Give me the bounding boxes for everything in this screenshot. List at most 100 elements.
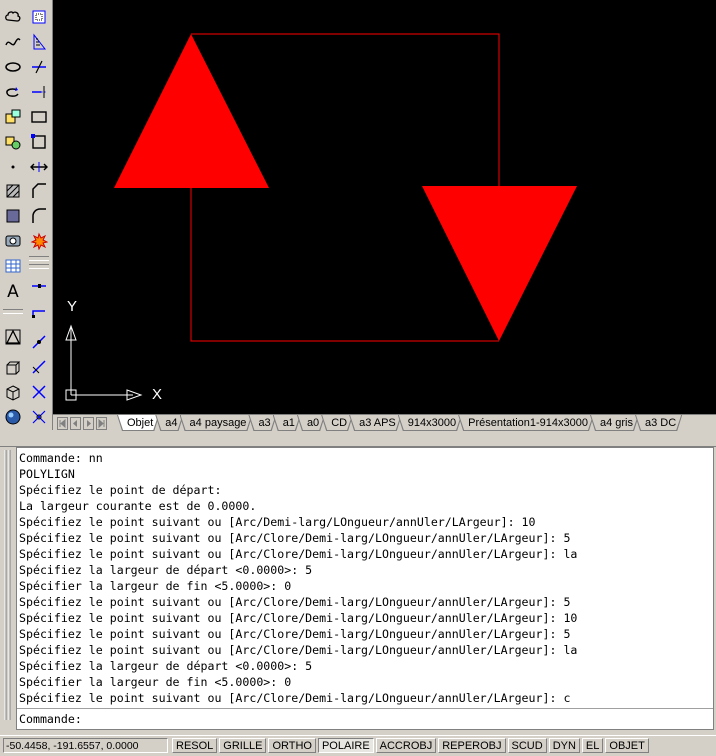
mode-button-polaire[interactable]: POLAIRE — [317, 738, 374, 753]
command-history-line: Spécifiez le point suivant ou [Arc/Clore… — [19, 547, 578, 561]
mode-button-objet[interactable]: OBJET — [605, 738, 649, 753]
grip-icon — [4, 450, 11, 720]
offset-icon[interactable] — [28, 381, 50, 403]
explode-icon[interactable] — [28, 230, 50, 252]
mode-button-accrobj[interactable]: ACCROBJ — [375, 738, 437, 753]
multiline-text-icon[interactable]: A — [2, 281, 24, 303]
make-block-icon[interactable] — [2, 131, 24, 153]
table-icon[interactable] — [2, 255, 24, 277]
command-window-grip[interactable] — [2, 450, 12, 720]
command-history-line: Spécifier la largeur de fin <5.0000>: 0 — [19, 675, 292, 689]
spline-icon[interactable] — [2, 31, 24, 53]
command-history-line: Spécifiez le point suivant ou [Arc/Clore… — [19, 595, 571, 609]
drafting-mode-buttons: RESOL GRILLE ORTHO POLAIRE ACCROBJ REPEROBJ SC… — [172, 738, 651, 753]
stretch-icon[interactable] — [28, 156, 50, 178]
region-icon[interactable] — [2, 230, 24, 252]
rectangle-icon[interactable] — [28, 131, 50, 153]
cloud-icon[interactable] — [2, 6, 24, 28]
layout-tab-bar: Objet a4 a4 paysage a3 a1 a0 CD a3 APS 914x3000 P… — [53, 414, 716, 433]
gradient-icon[interactable] — [2, 205, 24, 227]
join-icon[interactable] — [28, 331, 50, 353]
layout-tab-label: 914x3000 — [407, 417, 457, 429]
layout-tab-label: a4 paysage — [189, 417, 247, 429]
ellipse-icon[interactable] — [2, 56, 24, 78]
last-tab-button[interactable] — [96, 417, 107, 430]
layout-tab[interactable]: a4 paysage — [180, 415, 253, 431]
cube-icon[interactable] — [2, 382, 24, 404]
command-history-line: Spécifiez le point suivant ou [Arc/Clore… — [19, 691, 571, 705]
layout-tab-label: CD — [331, 417, 348, 429]
extend-icon[interactable] — [28, 81, 50, 103]
layout-tab[interactable]: a3 DC — [635, 415, 682, 431]
command-history-line: La largeur courante est de 0.0000. — [19, 499, 257, 513]
red-triangle-down — [422, 186, 577, 341]
break-at-point-icon[interactable] — [28, 275, 50, 297]
layout-tab-label: a4 gris — [599, 417, 634, 429]
box-icon[interactable] — [2, 357, 24, 379]
layout-tab[interactable]: a1 — [273, 415, 301, 431]
chamfer-icon[interactable] — [28, 180, 50, 202]
trim-icon[interactable] — [28, 56, 50, 78]
command-prompt[interactable]: Commande: — [19, 711, 82, 727]
layout-tab[interactable]: a0 — [297, 415, 325, 431]
layout-tab[interactable]: a3 APS — [349, 415, 402, 431]
prev-tab-button[interactable] — [70, 417, 81, 430]
command-history-line: Commande: nn — [19, 451, 103, 465]
point-icon[interactable] — [2, 156, 24, 178]
first-tab-button[interactable] — [57, 417, 68, 430]
layout-tab[interactable]: CD — [321, 415, 353, 431]
next-arrow-icon — [87, 420, 91, 427]
next-tab-button[interactable] — [83, 417, 94, 430]
red-triangle-up — [114, 34, 269, 188]
command-splitter[interactable] — [0, 432, 716, 447]
insert-block-icon[interactable] — [2, 106, 24, 128]
drawing-svg — [65, 33, 577, 401]
layout-tab-label: a3 APS — [359, 417, 396, 429]
sphere-icon[interactable] — [2, 406, 24, 428]
mode-button-ortho[interactable]: ORTHO — [268, 738, 316, 753]
break-icon[interactable] — [28, 300, 50, 322]
layout-tab[interactable]: Présentation1-914x3000 — [458, 415, 594, 431]
layout-tab-label: a3 — [258, 417, 271, 429]
polyline-edit-icon[interactable] — [28, 356, 50, 378]
drawing-canvas[interactable]: Y X — [53, 0, 716, 414]
status-bar: -50.4458, -191.6557, 0.0000 RESOL GRILLE O… — [0, 735, 716, 756]
erase-icon[interactable] — [28, 406, 50, 428]
fillet-icon[interactable] — [28, 205, 50, 227]
command-history-line: Spécifiez la largeur de départ <0.0000>:… — [19, 659, 313, 673]
draw-toolbar: A — [0, 0, 27, 430]
layout-tab[interactable]: a4 — [155, 415, 183, 431]
command-history-line: Spécifiez le point suivant ou [Arc/Demi-… — [19, 515, 536, 529]
copy-icon[interactable] — [28, 6, 50, 28]
command-history-line: Spécifiez la largeur de départ <0.0000>:… — [19, 563, 313, 577]
add-selected-icon[interactable] — [2, 326, 24, 348]
mode-button-reperobj[interactable]: REPEROBJ — [438, 738, 506, 753]
toolbar-separator — [3, 309, 23, 314]
layout-tab[interactable]: a4 gris — [590, 415, 639, 431]
command-history-line: Spécifiez le point de départ: — [19, 483, 222, 497]
coordinates-readout[interactable]: -50.4458, -191.6557, 0.0000 — [3, 738, 168, 753]
command-history-line: Spécifiez le point suivant ou [Arc/Clore… — [19, 531, 571, 545]
mode-button-resol[interactable]: RESOL — [172, 738, 218, 753]
modify-toolbar — [26, 0, 53, 430]
measure-icon[interactable] — [28, 31, 50, 53]
rectangle-icon[interactable] — [28, 106, 50, 128]
command-window[interactable]: Commande: nn POLYLIGN Spécifiez le point d… — [16, 447, 714, 730]
layout-tab-label: a0 — [306, 417, 320, 429]
command-history: Commande: nn POLYLIGN Spécifiez le point d… — [19, 450, 577, 706]
command-history-line: Spécifiez le point suivant ou [Arc/Clore… — [19, 643, 578, 657]
mode-button-scud[interactable]: SCUD — [507, 738, 547, 753]
mode-button-grille[interactable]: GRILLE — [219, 738, 267, 753]
layout-tab[interactable]: 914x3000 — [398, 415, 462, 431]
layout-tab[interactable]: Objet — [117, 415, 159, 431]
layout-tab-label: Objet — [127, 417, 154, 429]
toolbar-separator — [29, 256, 49, 261]
mode-button-dyn[interactable]: DYN — [548, 738, 580, 753]
mode-button-el[interactable]: EL — [581, 738, 604, 753]
layout-tab[interactable]: a3 — [248, 415, 276, 431]
ellipse-arc-icon[interactable] — [2, 81, 24, 103]
hatch-icon[interactable] — [2, 180, 24, 202]
command-history-line: Spécifiez le point suivant ou [Arc/Clore… — [19, 611, 578, 625]
layout-tab-label: a1 — [282, 417, 295, 429]
layout-tab-label: Présentation1-914x3000 — [468, 417, 588, 429]
